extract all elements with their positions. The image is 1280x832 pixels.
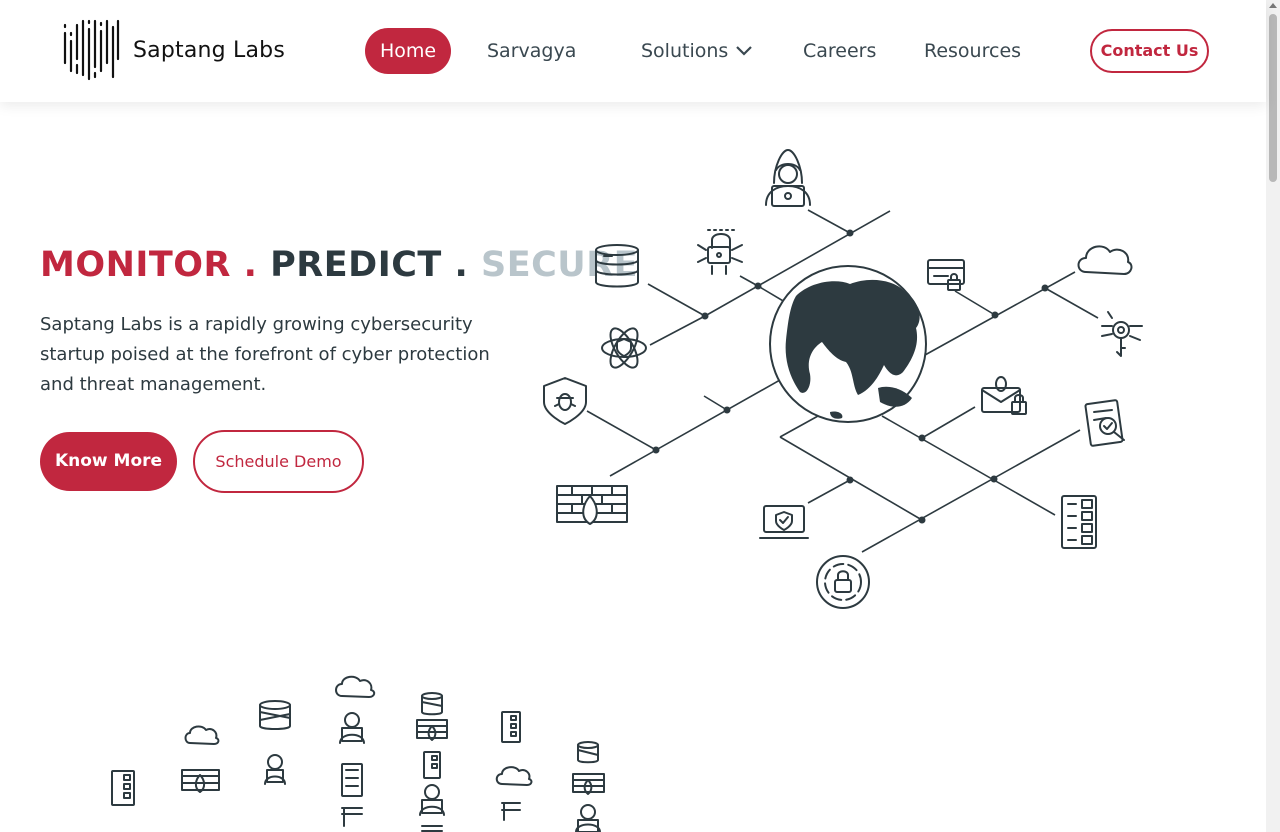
bug-shield-icon	[543, 377, 587, 425]
hacker-icon	[264, 754, 286, 785]
server-rack-icon	[423, 751, 441, 779]
scrollbar-thumb[interactable]	[1269, 14, 1277, 182]
nav-solutions-label: Solutions	[641, 40, 729, 62]
hacker-icon	[575, 804, 601, 832]
chevron-down-icon	[736, 46, 753, 56]
document-check-icon	[1084, 399, 1125, 447]
floating-icons-animation	[111, 675, 605, 832]
nav-solutions[interactable]: Solutions	[641, 28, 753, 74]
firewall-icon	[572, 773, 605, 795]
network-lock-icon	[697, 229, 743, 275]
contact-us-button[interactable]: Contact Us	[1090, 29, 1209, 73]
lock-ring-icon	[816, 555, 870, 609]
globe-icon	[769, 265, 927, 423]
database-icon	[501, 802, 521, 821]
hacker-icon	[419, 784, 445, 816]
server-rack-icon	[501, 711, 521, 743]
server-rack-icon	[1061, 495, 1097, 549]
database-icon	[259, 700, 291, 730]
firewall-icon	[416, 719, 448, 741]
laptop-shield-icon	[759, 505, 809, 539]
key-circuit-icon	[1101, 311, 1143, 357]
tagline-dot: .	[243, 245, 258, 285]
nav-sarvagya[interactable]: Sarvagya	[487, 28, 576, 74]
logo-mark-icon	[63, 19, 120, 81]
credit-card-lock-icon	[927, 259, 965, 291]
cloud-icon	[184, 725, 220, 745]
scroll-up-arrow-icon[interactable]	[1269, 3, 1277, 8]
database-icon	[341, 807, 363, 827]
mail-bug-icon	[981, 376, 1027, 415]
nav-resources[interactable]: Resources	[924, 28, 1021, 74]
know-more-button[interactable]: Know More	[40, 432, 177, 491]
brand-name: Saptang Labs	[133, 37, 285, 63]
database-icon	[421, 692, 443, 716]
hacker-icon	[339, 712, 365, 744]
navbar: Saptang Labs Home Sarvagya Solutions Car…	[0, 0, 1266, 102]
nav-home[interactable]: Home	[365, 28, 451, 74]
database-icon	[421, 825, 443, 832]
firewall-icon	[181, 769, 220, 793]
nav-careers[interactable]: Careers	[803, 28, 876, 74]
server-rack-icon	[111, 770, 135, 806]
page-scrollbar[interactable]	[1266, 0, 1280, 832]
brand-logo[interactable]: Saptang Labs	[62, 19, 285, 81]
schedule-demo-button[interactable]: Schedule Demo	[193, 430, 364, 493]
hacker-icon	[765, 149, 811, 207]
tagline-monitor: MONITOR	[40, 245, 231, 285]
tagline-dot: .	[454, 245, 469, 285]
tagline-predict: PREDICT	[270, 245, 442, 285]
cloud-icon	[335, 675, 376, 698]
database-icon	[577, 741, 599, 764]
hero-network-illustration	[543, 149, 1143, 609]
atom-shield-icon	[601, 327, 647, 369]
server-rack-icon	[341, 763, 363, 797]
hero-description: Saptang Labs is a rapidly growing cybers…	[40, 314, 490, 395]
cloud-icon	[1077, 245, 1133, 275]
firewall-icon	[556, 485, 628, 525]
database-icon	[595, 244, 639, 288]
cloud-icon	[495, 766, 533, 786]
